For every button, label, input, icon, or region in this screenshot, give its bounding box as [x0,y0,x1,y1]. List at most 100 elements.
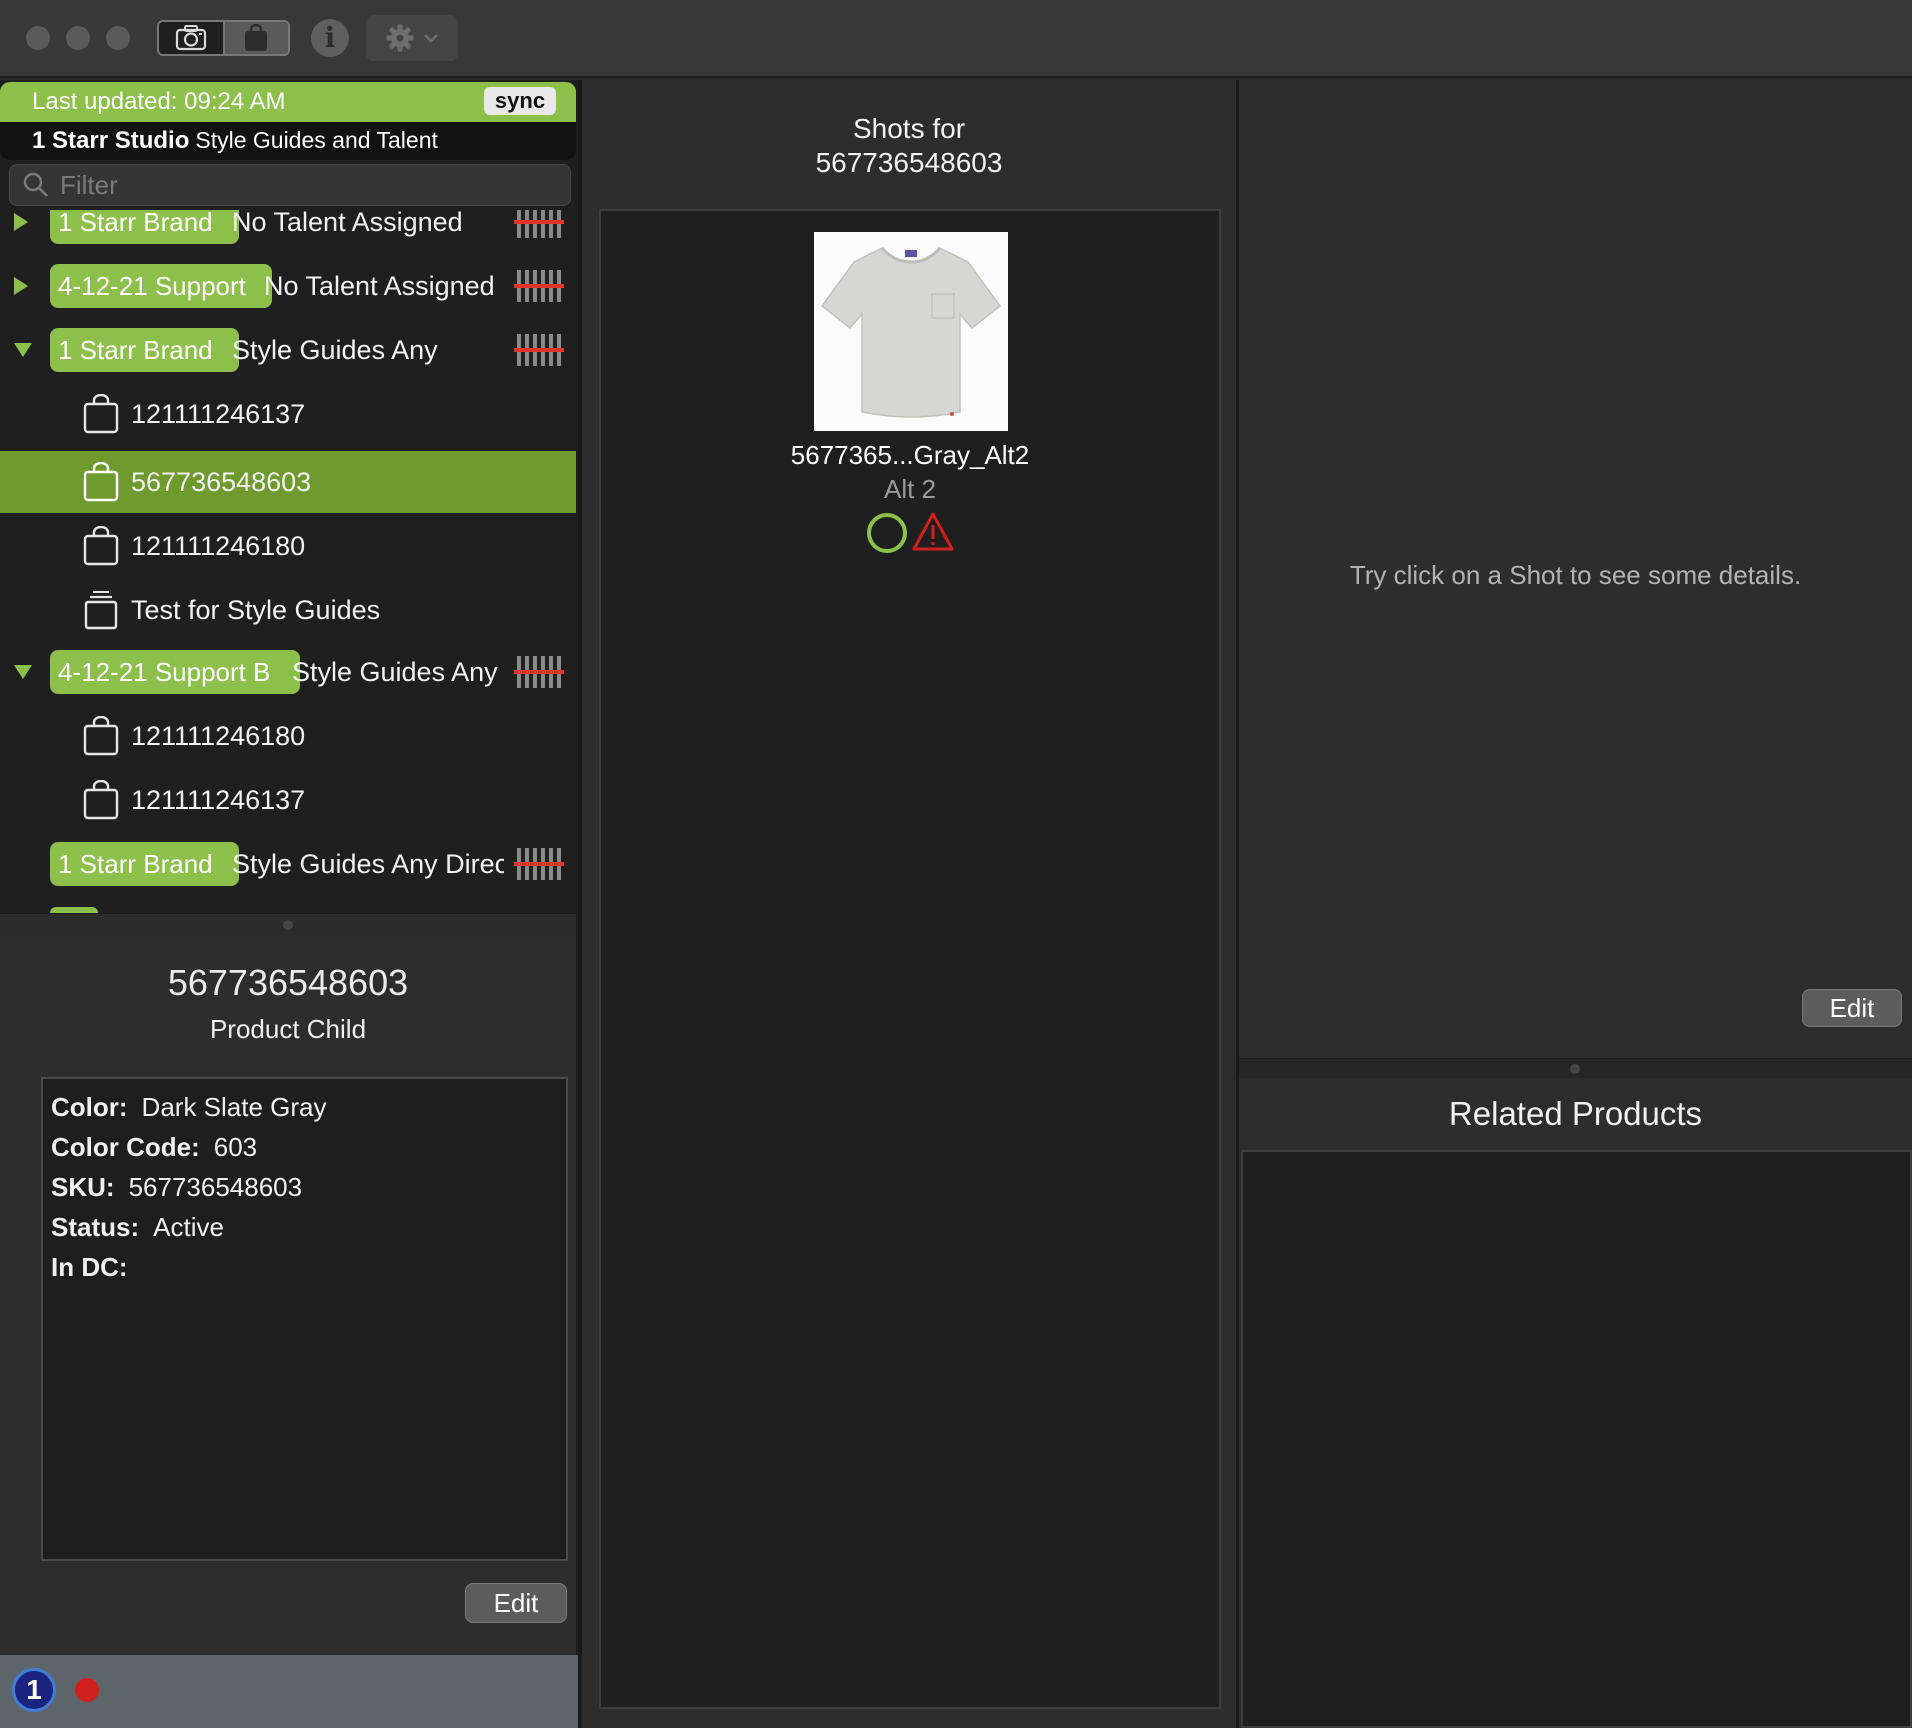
barcode-struck-icon [514,656,564,688]
sync-button[interactable]: sync [484,87,556,115]
tree-row-group[interactable]: 1 Starr Brand No Talent Assigned [0,210,576,254]
brand-pill: 4-12-21 Support B [50,650,300,694]
tree-row-label: Style Guides Any [292,656,498,687]
disclosure-collapsed-icon[interactable] [14,213,28,231]
tree-row-label: Style Guides Any [232,334,438,365]
zoom-window-button[interactable] [106,26,130,50]
edit-product-button[interactable]: Edit [465,1583,567,1623]
chevron-down-icon [424,34,438,43]
attribute-row: Color Code: 603 [51,1127,558,1167]
brand-pill: 1 Starr Brand [50,328,239,372]
shopping-bag-icon [83,462,119,502]
brand-pill: 4-12-21 Support [50,264,272,308]
shot-name: 5677365...Gray_Alt2 [790,440,1030,470]
status-circle-icon [867,513,907,553]
attribute-row: SKU: 567736548603 [51,1167,558,1207]
studio-name: 1 Starr Studio [32,127,190,154]
barcode-struck-icon [514,334,564,366]
brand-pill: 1 Starr Brand [50,842,239,886]
last-updated-text: Last updated: 09:24 AM [32,88,286,115]
tshirt-image [820,247,1002,418]
details-splitter[interactable] [1239,1058,1912,1078]
tree-row-label: 121111246180 [131,720,306,751]
edit-shot-button[interactable]: Edit [1802,989,1902,1027]
tree-row-label: 121111246180 [131,530,306,561]
attribute-key: Color: [51,1092,128,1122]
attribute-value: Dark Slate Gray [141,1092,327,1122]
filter-field[interactable]: Filter [9,164,571,206]
minimize-window-button[interactable] [66,26,90,50]
shopping-bag-icon [83,394,119,434]
shot-details-hint: Try click on a Shot to see some details. [1349,560,1802,590]
attribute-row: Status: Active [51,1207,558,1247]
filter-placeholder: Filter [60,169,118,200]
tree-row-product[interactable]: 121111246180 [0,704,576,768]
product-detail-title: 567736548603 [167,962,409,1003]
tree-row-group[interactable]: 4-12-21 Support B Style Guides Any [0,640,576,704]
shot-thumbnail[interactable] [814,232,1008,431]
tree-row-label: 121111246137 [131,398,306,429]
shopping-bag-icon [83,526,119,566]
shot-alt-label: Alt 2 [883,474,937,504]
attribute-value: 567736548603 [128,1172,303,1202]
close-window-button[interactable] [26,26,50,50]
attribute-row: In DC: [51,1247,558,1287]
shots-header: Shots for 567736548603 [582,112,1236,180]
barcode-struck-icon [514,210,564,238]
product-attributes-box: Color: Dark Slate Gray Color Code: 603 SKU… [41,1077,568,1561]
attribute-row: Color: Dark Slate Gray [51,1087,558,1127]
tree-row-label: No Talent Assigned [232,210,463,237]
view-mode-segmented-control[interactable] [157,20,290,56]
tree-row-group[interactable]: 1 Starr Brand Style Guides Any Direc [0,832,576,896]
info-icon: i [324,21,336,54]
tree-row-label: No Talent Assigned [264,270,495,301]
shopping-bag-icon [245,24,268,51]
shots-view-button[interactable] [159,22,223,54]
attribute-key: Status: [51,1212,140,1242]
products-view-button[interactable] [222,22,288,54]
tree-row-product-selected[interactable]: 567736548603 [0,451,576,513]
gear-icon [386,24,414,52]
warning-icon [912,512,954,551]
shots-header-line2: 567736548603 [815,147,1003,178]
style-guide-tree: 1 Starr Brand No Talent Assigned 4-12-21… [0,210,576,915]
password-manager-icon[interactable]: 1 [12,1668,56,1712]
search-icon [23,172,48,197]
attribute-key: SKU: [51,1172,115,1202]
tree-row-group[interactable]: 4-12-21 Support No Talent Assigned [0,254,576,318]
shopping-bag-icon [83,780,119,820]
attribute-key: Color Code: [51,1132,200,1162]
attribute-value: Active [153,1212,224,1242]
tree-row-label: Style Guides Any Direc [232,848,504,879]
tree-row-product[interactable]: 121111246137 [0,768,576,832]
attribute-value: 603 [213,1132,258,1162]
shots-header-line1: Shots for [852,113,966,144]
attribute-key: In DC: [51,1252,128,1282]
tree-row-product[interactable]: 121111246137 [0,382,576,446]
camera-icon [175,25,206,51]
info-button[interactable]: i [311,19,349,57]
settings-menu-button[interactable] [366,15,458,61]
tree-row-group[interactable]: 1 Starr Brand Style Guides Any [0,318,576,382]
sidebar-splitter[interactable] [0,913,576,935]
stack-icon [84,591,118,630]
tree-row-style-guide[interactable]: Test for Style Guides [0,578,576,642]
studio-header: 1 Starr Studio Style Guides and Talent [0,122,576,160]
brand-pill: 1 Starr Brand [50,210,239,244]
tree-row-product[interactable]: 121111246180 [0,514,576,578]
splitter-handle-icon [283,920,293,930]
related-products-title: Related Products [1239,1078,1912,1150]
splitter-handle-icon [1570,1064,1580,1074]
disclosure-expanded-icon[interactable] [14,343,32,357]
barcode-struck-icon [514,270,564,302]
studio-subtitle: Style Guides and Talent [195,127,438,153]
tree-row-label: Test for Style Guides [131,594,381,625]
product-detail-subtitle: Product Child [209,1014,367,1044]
shots-grid [599,209,1221,1709]
barcode-struck-icon [514,848,564,880]
disclosure-expanded-icon[interactable] [14,665,32,679]
disclosure-collapsed-icon[interactable] [14,277,28,295]
tree-row-label: 121111246137 [131,784,306,815]
related-products-list [1241,1150,1912,1728]
record-indicator-icon[interactable] [75,1678,99,1702]
